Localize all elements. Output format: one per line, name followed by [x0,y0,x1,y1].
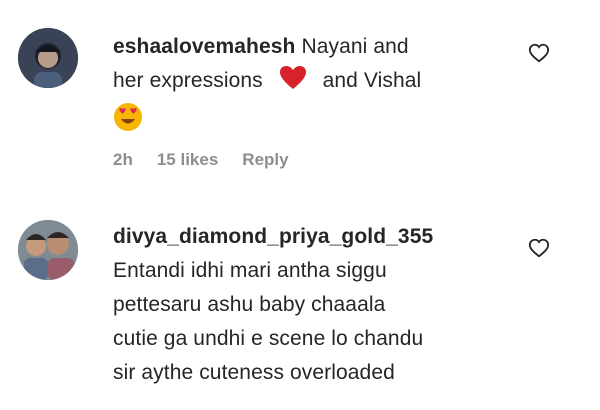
comment-text-line: cutie ga undhi e scene lo chandu [113,327,424,350]
comment-text: Nayani and [301,35,409,58]
comment-text: and Vishal [322,69,422,92]
comment-text-line: pettesaru ashu baby chaaala [113,293,386,316]
avatar[interactable] [18,28,78,88]
comment-body: divya_diamond_priya_gold_355 Entandi idh… [113,220,523,390]
reply-button[interactable]: Reply [242,150,288,170]
heart-eyes-emoji-icon [113,102,143,143]
comment-text: her expressions [113,69,263,92]
comment-text-line: Entandi idhi mari antha siggu [113,259,387,282]
comment-text-line: sir aythe cuteness overloaded [113,361,395,384]
like-heart-icon[interactable] [528,42,550,64]
comment-likes[interactable]: 15 likes [157,150,218,170]
comment-username[interactable]: eshaalovemahesh [113,35,295,58]
comment-item: eshaalovemahesh Nayani and her expression… [0,0,600,200]
like-heart-icon[interactable] [528,237,550,259]
comment-username[interactable]: divya_diamond_priya_gold_355 [113,225,433,248]
comment-meta: 2h 15 likes Reply [113,150,289,170]
comment-body: eshaalovemahesh Nayani and her expression… [113,30,523,143]
red-heart-emoji-icon [279,65,307,102]
avatar[interactable] [18,220,78,280]
comment-time: 2h [113,150,133,169]
